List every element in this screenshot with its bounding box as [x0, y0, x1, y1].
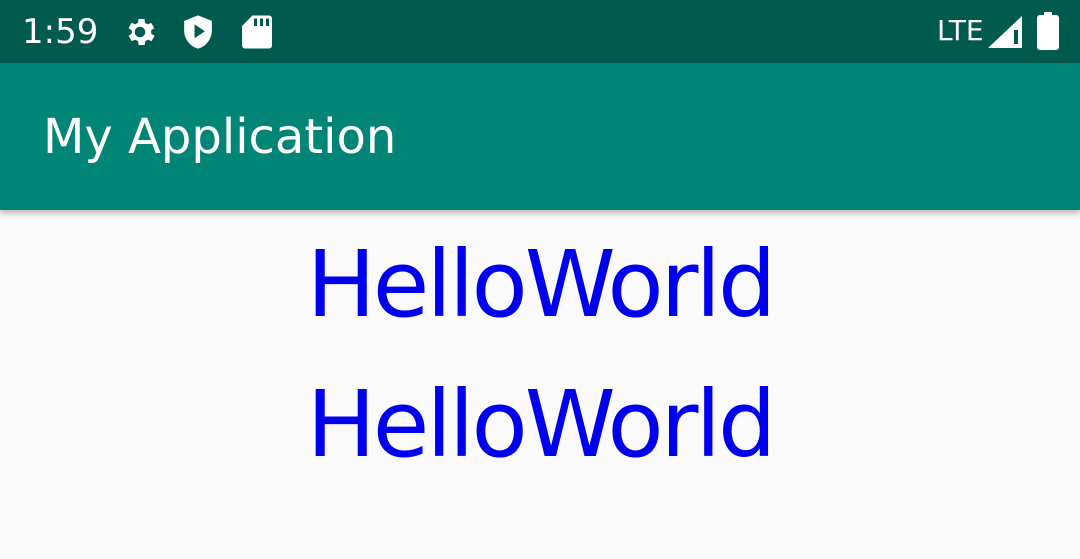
play-protect-icon — [181, 14, 217, 50]
network-type-label: LTE — [937, 14, 984, 47]
signal-icon — [988, 16, 1024, 52]
app-title: My Application — [43, 109, 397, 165]
main-content: HelloWorld HelloWorld — [0, 210, 1080, 559]
sd-card-icon — [242, 14, 278, 50]
gear-icon — [122, 14, 158, 50]
battery-icon — [1037, 12, 1073, 50]
hello-world-text: HelloWorld — [306, 231, 777, 338]
status-bar: 1:59 LTE — [0, 0, 1080, 63]
hello-world-text: HelloWorld — [306, 371, 777, 478]
app-bar: My Application — [0, 63, 1080, 210]
status-time: 1:59 — [22, 12, 99, 52]
